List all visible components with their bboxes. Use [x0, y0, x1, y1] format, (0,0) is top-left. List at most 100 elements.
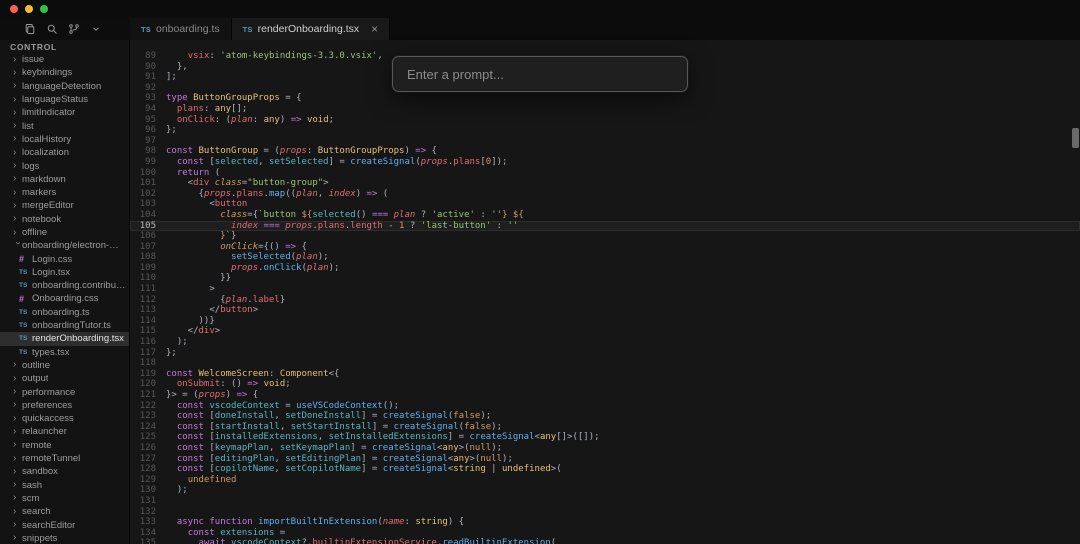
line-number[interactable]: 98: [130, 146, 156, 157]
line-number[interactable]: 131: [130, 496, 156, 507]
code-line-120[interactable]: 120 onSubmit: () => void;: [130, 379, 1080, 390]
tree-folder-list[interactable]: ›list: [0, 119, 129, 132]
code-line-96[interactable]: 96};: [130, 125, 1080, 136]
tree-folder-localhistory[interactable]: ›localHistory: [0, 133, 129, 146]
code-line-130[interactable]: 130 );: [130, 485, 1080, 496]
line-number[interactable]: 125: [130, 432, 156, 443]
tree-folder-remote[interactable]: ›remote: [0, 439, 129, 452]
line-number[interactable]: 133: [130, 517, 156, 528]
tree-file-onboardingtutor-ts[interactable]: TSonboardingTutor.ts: [0, 319, 129, 332]
tab-close-icon[interactable]: ×: [371, 23, 378, 35]
tree-folder-preferences[interactable]: ›preferences: [0, 399, 129, 412]
tree-file-types-tsx[interactable]: TStypes.tsx: [0, 346, 129, 359]
code-line-109[interactable]: 109 props.onClick(plan);: [130, 263, 1080, 274]
line-number[interactable]: 100: [130, 168, 156, 179]
tab-onboarding-ts[interactable]: TSonboarding.ts: [130, 18, 232, 40]
tree-file-onboarding-ts[interactable]: TSonboarding.ts: [0, 306, 129, 319]
code-line-123[interactable]: 123 const [doneInstall, setDoneInstall] …: [130, 411, 1080, 422]
code-line-117[interactable]: 117};: [130, 348, 1080, 359]
code-line-135[interactable]: 135 await vscodeContext?.builtinExtensio…: [130, 538, 1080, 544]
tree-folder-mergeeditor[interactable]: ›mergeEditor: [0, 199, 129, 212]
tree-folder-languagedetection[interactable]: ›languageDetection: [0, 80, 129, 93]
line-number[interactable]: 110: [130, 273, 156, 284]
code-line-93[interactable]: 93type ButtonGroupProps = {: [130, 93, 1080, 104]
code-line-105[interactable]: 105 index === props.plans.length - 1 ? '…: [130, 221, 1080, 232]
code-line-114[interactable]: 114 ))}: [130, 316, 1080, 327]
line-number[interactable]: 102: [130, 189, 156, 200]
code-line-99[interactable]: 99 const [selected, setSelected] = creat…: [130, 157, 1080, 168]
code-line-132[interactable]: 132: [130, 507, 1080, 518]
tree-file-onboarding-css[interactable]: #Onboarding.css: [0, 292, 129, 305]
tree-folder-onboarding-electron[interactable]: ›onboarding/electron-…: [0, 239, 129, 252]
tab-renderonboarding-tsx[interactable]: TSrenderOnboarding.tsx×: [232, 18, 391, 40]
line-number[interactable]: 134: [130, 528, 156, 539]
code-line-98[interactable]: 98const ButtonGroup = (props: ButtonGrou…: [130, 146, 1080, 157]
line-number[interactable]: 106: [130, 231, 156, 242]
line-number[interactable]: 108: [130, 252, 156, 263]
code-line-128[interactable]: 128 const [copilotName, setCopilotName] …: [130, 464, 1080, 475]
search-icon[interactable]: [42, 20, 61, 38]
line-number[interactable]: 123: [130, 411, 156, 422]
line-number[interactable]: 118: [130, 358, 156, 369]
line-number[interactable]: 103: [130, 199, 156, 210]
line-number[interactable]: 113: [130, 305, 156, 316]
tree-folder-languagestatus[interactable]: ›languageStatus: [0, 93, 129, 106]
code-line-112[interactable]: 112 {plan.label}: [130, 295, 1080, 306]
tree-folder-searcheditor[interactable]: ›searchEditor: [0, 518, 129, 531]
tree-folder-localization[interactable]: ›localization: [0, 146, 129, 159]
code-line-121[interactable]: 121}> = (props) => {: [130, 390, 1080, 401]
line-number[interactable]: 104: [130, 210, 156, 221]
code-line-104[interactable]: 104 class={`button ${selected() === plan…: [130, 210, 1080, 221]
line-number[interactable]: 99: [130, 157, 156, 168]
files-icon[interactable]: [20, 20, 39, 38]
source-control-icon[interactable]: [64, 20, 83, 38]
code-line-115[interactable]: 115 </div>: [130, 326, 1080, 337]
tree-folder-markdown[interactable]: ›markdown: [0, 173, 129, 186]
tree-folder-search[interactable]: ›search: [0, 505, 129, 518]
code-line-107[interactable]: 107 onClick={() => {: [130, 242, 1080, 253]
line-number[interactable]: 115: [130, 326, 156, 337]
prompt-input[interactable]: Enter a prompt...: [392, 56, 688, 92]
tree-folder-quickaccess[interactable]: ›quickaccess: [0, 412, 129, 425]
tree-file-onboarding-contribu[interactable]: TSonboarding.contribu…: [0, 279, 129, 292]
line-number[interactable]: 122: [130, 401, 156, 412]
line-number[interactable]: 91: [130, 72, 156, 83]
line-number[interactable]: 97: [130, 136, 156, 147]
tree-file-renderonboarding-tsx[interactable]: TSrenderOnboarding.tsx: [0, 332, 129, 345]
code-line-103[interactable]: 103 <button: [130, 199, 1080, 210]
scrollbar-thumb[interactable]: [1072, 128, 1079, 148]
code-line-134[interactable]: 134 const extensions =: [130, 528, 1080, 539]
line-number[interactable]: 120: [130, 379, 156, 390]
code-line-101[interactable]: 101 <div class="button-group">: [130, 178, 1080, 189]
line-number[interactable]: 96: [130, 125, 156, 136]
zoom-button[interactable]: [40, 5, 48, 13]
tree-file-login-css[interactable]: #Login.css: [0, 252, 129, 265]
code-line-108[interactable]: 108 setSelected(plan);: [130, 252, 1080, 263]
tree-folder-offline[interactable]: ›offline: [0, 226, 129, 239]
line-number[interactable]: 117: [130, 348, 156, 359]
code-line-110[interactable]: 110 }}: [130, 273, 1080, 284]
line-number[interactable]: 119: [130, 369, 156, 380]
tree-folder-issue[interactable]: ›issue: [0, 53, 129, 66]
line-number[interactable]: 121: [130, 390, 156, 401]
code-line-97[interactable]: 97: [130, 136, 1080, 147]
code-line-106[interactable]: 106 }`}: [130, 231, 1080, 242]
line-number[interactable]: 124: [130, 422, 156, 433]
tree-folder-logs[interactable]: ›logs: [0, 159, 129, 172]
tree-folder-sandbox[interactable]: ›sandbox: [0, 465, 129, 478]
line-number[interactable]: 127: [130, 454, 156, 465]
code-line-122[interactable]: 122 const vscodeContext = useVSCodeConte…: [130, 401, 1080, 412]
close-button[interactable]: [10, 5, 18, 13]
line-number[interactable]: 105: [130, 221, 156, 232]
line-number[interactable]: 132: [130, 507, 156, 518]
line-number[interactable]: 92: [130, 83, 156, 94]
tree-file-login-tsx[interactable]: TSLogin.tsx: [0, 266, 129, 279]
code-line-102[interactable]: 102 {props.plans.map((plan, index) => (: [130, 189, 1080, 200]
tree-folder-sash[interactable]: ›sash: [0, 479, 129, 492]
line-number[interactable]: 135: [130, 538, 156, 544]
tree-folder-keybindings[interactable]: ›keybindings: [0, 66, 129, 79]
editor-pane[interactable]: 89 vsix: 'atom-keybindings-3.3.0.vsix',9…: [130, 40, 1080, 544]
tree-folder-snippets[interactable]: ›snippets: [0, 532, 129, 544]
line-number[interactable]: 93: [130, 93, 156, 104]
code-line-95[interactable]: 95 onClick: (plan: any) => void;: [130, 115, 1080, 126]
